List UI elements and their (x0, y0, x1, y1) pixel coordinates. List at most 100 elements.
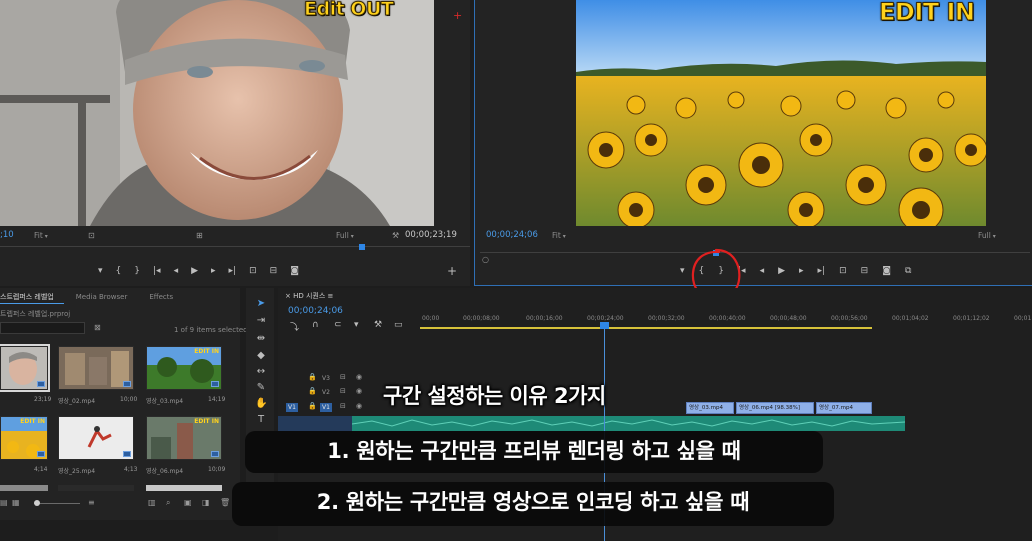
media-type-badge (123, 381, 131, 387)
project-thumbnail-partial[interactable] (146, 485, 222, 491)
program-scrub-bar[interactable] (480, 250, 1030, 256)
overwrite-button[interactable]: ⊟ (270, 266, 278, 276)
timeline-settings-icon[interactable]: ⚒ (374, 320, 382, 330)
source-timecode[interactable]: ;10 (0, 230, 14, 240)
thumbnail-duration: 4;14 (34, 466, 48, 473)
project-thumbnail[interactable]: EDIT IN (0, 416, 48, 460)
project-thumbnail[interactable] (0, 344, 50, 392)
mark-in-button[interactable]: { (116, 266, 122, 276)
tab-project[interactable]: 스트렙퍼스 레벨업 (0, 292, 54, 302)
go-to-in-button[interactable]: |◂ (153, 266, 161, 276)
project-thumbnail-partial[interactable] (58, 485, 134, 491)
button-editor-add-icon[interactable]: + (447, 264, 457, 278)
step-forward-button[interactable]: ▸ (211, 266, 216, 276)
program-go-to-out-button[interactable]: ▸| (818, 266, 826, 276)
tab-effects[interactable]: Effects (149, 293, 173, 301)
project-file-name: 트렙퍼스 레벨업.prproj (0, 310, 71, 318)
sort-icon[interactable]: ≡ (88, 498, 95, 510)
export-frame-button[interactable]: ◙ (290, 266, 299, 276)
sync-lock-icon[interactable]: ⊟ (340, 387, 346, 395)
razor-tool-icon[interactable]: ◆ (255, 350, 267, 362)
comparison-view-icon[interactable]: ⧉ (905, 266, 911, 276)
new-bin-icon[interactable]: ⊠ (94, 323, 101, 332)
source-fit-dropdown[interactable]: Fit (34, 231, 48, 240)
new-item-icon[interactable]: ◨ (202, 498, 210, 510)
eye-icon[interactable]: ◉ (356, 387, 362, 395)
step-back-button[interactable]: ◂ (174, 266, 179, 276)
wrench-icon[interactable]: ⚒ (392, 231, 399, 240)
safe-margin-icon[interactable]: ⊞ (196, 231, 203, 240)
pen-tool-icon[interactable]: ✎ (255, 382, 267, 394)
selection-tool-icon[interactable]: ➤ (255, 298, 267, 310)
sync-lock-icon[interactable]: ⊟ (340, 402, 346, 410)
eye-icon[interactable]: ◉ (356, 402, 362, 410)
type-tool-icon[interactable]: T (255, 414, 267, 426)
linked-selection-icon[interactable]: ⊂ (334, 320, 342, 330)
lock-icon[interactable]: 🔒 (308, 402, 317, 410)
program-resolution-dropdown[interactable]: Full (978, 231, 996, 240)
track-select-tool-icon[interactable]: ⇥ (255, 315, 267, 327)
program-export-frame-button[interactable]: ◙ (882, 266, 891, 276)
ripple-edit-tool-icon[interactable]: ⇹ (255, 333, 267, 345)
insert-button[interactable]: ⊡ (249, 266, 257, 276)
program-add-marker-button[interactable]: ▾ (680, 266, 685, 276)
source-resolution-dropdown[interactable]: Full (336, 231, 354, 240)
sequence-tab[interactable]: × HD 시퀀스 ≡ (285, 291, 333, 301)
icon-view-icon[interactable]: ▦ (12, 498, 20, 510)
lock-icon[interactable]: 🔒 (308, 373, 317, 381)
program-play-button[interactable]: ▶ (778, 266, 785, 276)
list-view-icon[interactable]: ▤ (0, 498, 8, 510)
add-marker-icon[interactable]: ▾ (354, 320, 359, 330)
settings-square-icon[interactable]: ⊡ (88, 231, 95, 240)
program-step-back-button[interactable]: ◂ (760, 266, 765, 276)
snap-icon[interactable]: ∩ (312, 320, 319, 330)
source-playhead[interactable] (359, 244, 365, 250)
automate-to-sequence-icon[interactable]: ▥ (148, 498, 156, 510)
timeline-timecode[interactable]: 00;00;24;06 (288, 306, 343, 316)
timeline-clip[interactable]: 영상_03.mp4 (686, 402, 734, 414)
project-thumbnail[interactable]: EDIT IN (146, 416, 222, 460)
thumbnail-size-slider-handle[interactable] (34, 500, 40, 506)
thumbnail-size-slider[interactable] (34, 503, 80, 504)
lock-icon[interactable]: 🔒 (308, 387, 317, 395)
timeline-clip[interactable]: 영상_07.mp4 (816, 402, 872, 414)
ruler-tick-label: 00;00;24;00 (587, 315, 624, 322)
audio-clip[interactable] (352, 416, 905, 431)
hand-tool-icon[interactable]: ✋ (255, 398, 267, 410)
track-label[interactable]: V2 (320, 388, 332, 397)
program-fit-dropdown[interactable]: Fit (552, 231, 566, 240)
thumbnail-duration: 10;00 (120, 396, 138, 403)
nest-toggle-icon[interactable]: ⤵ (290, 320, 299, 333)
track-label[interactable]: V1 (320, 403, 332, 412)
lift-button[interactable]: ⊡ (839, 266, 847, 276)
go-to-out-button[interactable]: ▸| (229, 266, 237, 276)
source-scrub-bar[interactable] (0, 244, 470, 250)
timeline-playhead[interactable] (600, 322, 609, 329)
project-thumbnail[interactable] (58, 416, 134, 460)
source-status-bar: ;10 Fit ⊡ ⊞ Full ⚒ 00;00;23;19 (0, 228, 470, 242)
add-marker-button[interactable]: ▾ (98, 266, 103, 276)
project-thumbnail-partial[interactable] (0, 485, 48, 491)
work-area-bar[interactable] (420, 327, 872, 329)
project-thumbnail[interactable] (58, 346, 134, 390)
program-timecode[interactable]: 00;00;24;06 (486, 230, 538, 240)
extract-button[interactable]: ⊟ (861, 266, 869, 276)
trash-icon[interactable]: 🗑 (220, 498, 230, 510)
new-bin-button-icon[interactable]: ▣ (184, 498, 192, 510)
eye-icon[interactable]: ◉ (356, 373, 362, 381)
zoom-circle-icon[interactable]: ○ (482, 255, 489, 264)
timeline-clip[interactable]: 영상_06.mp4 [98.38%] (736, 402, 814, 414)
program-status-bar: 00;00;24;06 Fit Full (486, 228, 1032, 242)
tab-media-browser[interactable]: Media Browser (76, 293, 128, 301)
mark-out-button[interactable]: } (134, 266, 140, 276)
program-step-forward-button[interactable]: ▸ (799, 266, 804, 276)
play-button[interactable]: ▶ (191, 266, 198, 276)
sync-lock-icon[interactable]: ⊟ (340, 373, 346, 381)
source-patch-v1[interactable]: V1 (286, 403, 298, 412)
slip-tool-icon[interactable]: ↔ (255, 366, 267, 378)
project-thumbnail[interactable]: EDIT IN (146, 346, 222, 390)
find-icon[interactable]: ⌕ (166, 498, 170, 510)
captions-icon[interactable]: ▭ (394, 320, 403, 330)
project-search-input[interactable] (0, 322, 85, 334)
track-label[interactable]: V3 (320, 374, 332, 383)
